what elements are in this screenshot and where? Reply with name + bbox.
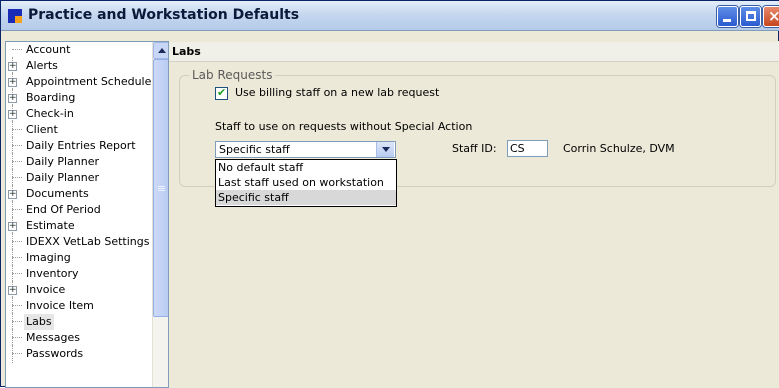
dropdown-option-selected[interactable]: Specific staff [216, 190, 396, 205]
tree-item[interactable]: Inventory [6, 265, 152, 283]
billing-staff-checkbox[interactable] [215, 86, 228, 100]
expand-icon[interactable]: + [8, 222, 17, 231]
expand-icon[interactable]: + [8, 110, 17, 119]
dropdown-option[interactable]: Last staff used on workstation [216, 175, 396, 190]
maximize-button[interactable] [740, 6, 761, 27]
staff-dropdown-list: No default staff Last staff used on work… [215, 159, 397, 207]
minimize-button[interactable] [717, 6, 738, 27]
tree-item[interactable]: Client [6, 121, 152, 139]
settings-tree: Account + Alerts + Appointment Schedule + B… [5, 41, 169, 388]
tree-item[interactable]: End Of Period [6, 201, 152, 219]
expand-icon[interactable]: + [8, 94, 17, 103]
tree-item[interactable]: + Invoice [6, 281, 152, 299]
tree-item[interactable]: + Documents [6, 185, 152, 203]
group-title: Lab Requests [189, 68, 276, 82]
tree-item[interactable]: + Alerts [6, 57, 152, 75]
tree-item[interactable]: Invoice Item [6, 297, 152, 315]
expand-icon[interactable]: + [8, 286, 17, 295]
tree-item[interactable]: + Appointment Schedule [6, 73, 152, 91]
settings-pane: Labs Lab Requests Use billing staff on a… [169, 41, 779, 388]
staff-id-label: Staff ID: [452, 142, 497, 155]
expand-icon[interactable]: + [8, 78, 17, 87]
scroll-thumb[interactable] [153, 59, 168, 317]
tree-item[interactable]: + Estimate [6, 217, 152, 235]
window-title: Practice and Workstation Defaults [28, 7, 300, 23]
staff-id-field[interactable]: CS [507, 140, 548, 157]
tree-item-labs[interactable]: Labs [6, 313, 152, 331]
staff-name: Corrin Schulze, DVM [563, 142, 675, 155]
close-button[interactable]: × [763, 6, 779, 27]
tree-item[interactable]: Daily Planner [6, 153, 152, 171]
maximize-icon [746, 11, 756, 21]
title-bar[interactable]: Practice and Workstation Defaults × [1, 1, 779, 31]
tree-scrollbar[interactable] [152, 42, 168, 387]
selected-value: Specific staff [219, 143, 290, 156]
app-icon [8, 9, 22, 23]
tree-item[interactable]: + Check-in [6, 105, 152, 123]
scroll-up-arrow-icon[interactable] [153, 42, 168, 59]
expand-icon[interactable]: + [8, 62, 17, 71]
tree-item[interactable]: Daily Entries Report [6, 137, 152, 155]
expand-icon[interactable]: + [8, 190, 17, 199]
minimize-icon [723, 19, 731, 22]
tree-item[interactable]: Daily Planner [6, 169, 152, 187]
staff-default-select[interactable]: Specific staff [215, 141, 396, 158]
tree-item[interactable]: Imaging [6, 249, 152, 267]
lab-requests-group: Lab Requests Use billing staff on a new … [179, 68, 776, 207]
close-icon: × [768, 7, 779, 25]
app-window: Practice and Workstation Defaults × Acco… [0, 0, 779, 388]
client-area: Account + Alerts + Appointment Schedule + B… [5, 41, 779, 388]
tree-item[interactable]: IDEXX VetLab Settings [6, 233, 152, 251]
tree-item[interactable]: + Boarding [6, 89, 152, 107]
pane-title: Labs [169, 42, 779, 62]
tree-item[interactable]: Passwords [6, 345, 152, 363]
chevron-down-icon[interactable] [376, 142, 394, 157]
tree-item[interactable]: Account [6, 42, 152, 58]
dropdown-option[interactable]: No default staff [216, 160, 396, 175]
billing-staff-checkbox-label[interactable]: Use billing staff on a new lab request [235, 86, 439, 99]
tree-item[interactable]: Messages [6, 329, 152, 347]
staff-default-label: Staff to use on requests without Special… [215, 120, 473, 133]
